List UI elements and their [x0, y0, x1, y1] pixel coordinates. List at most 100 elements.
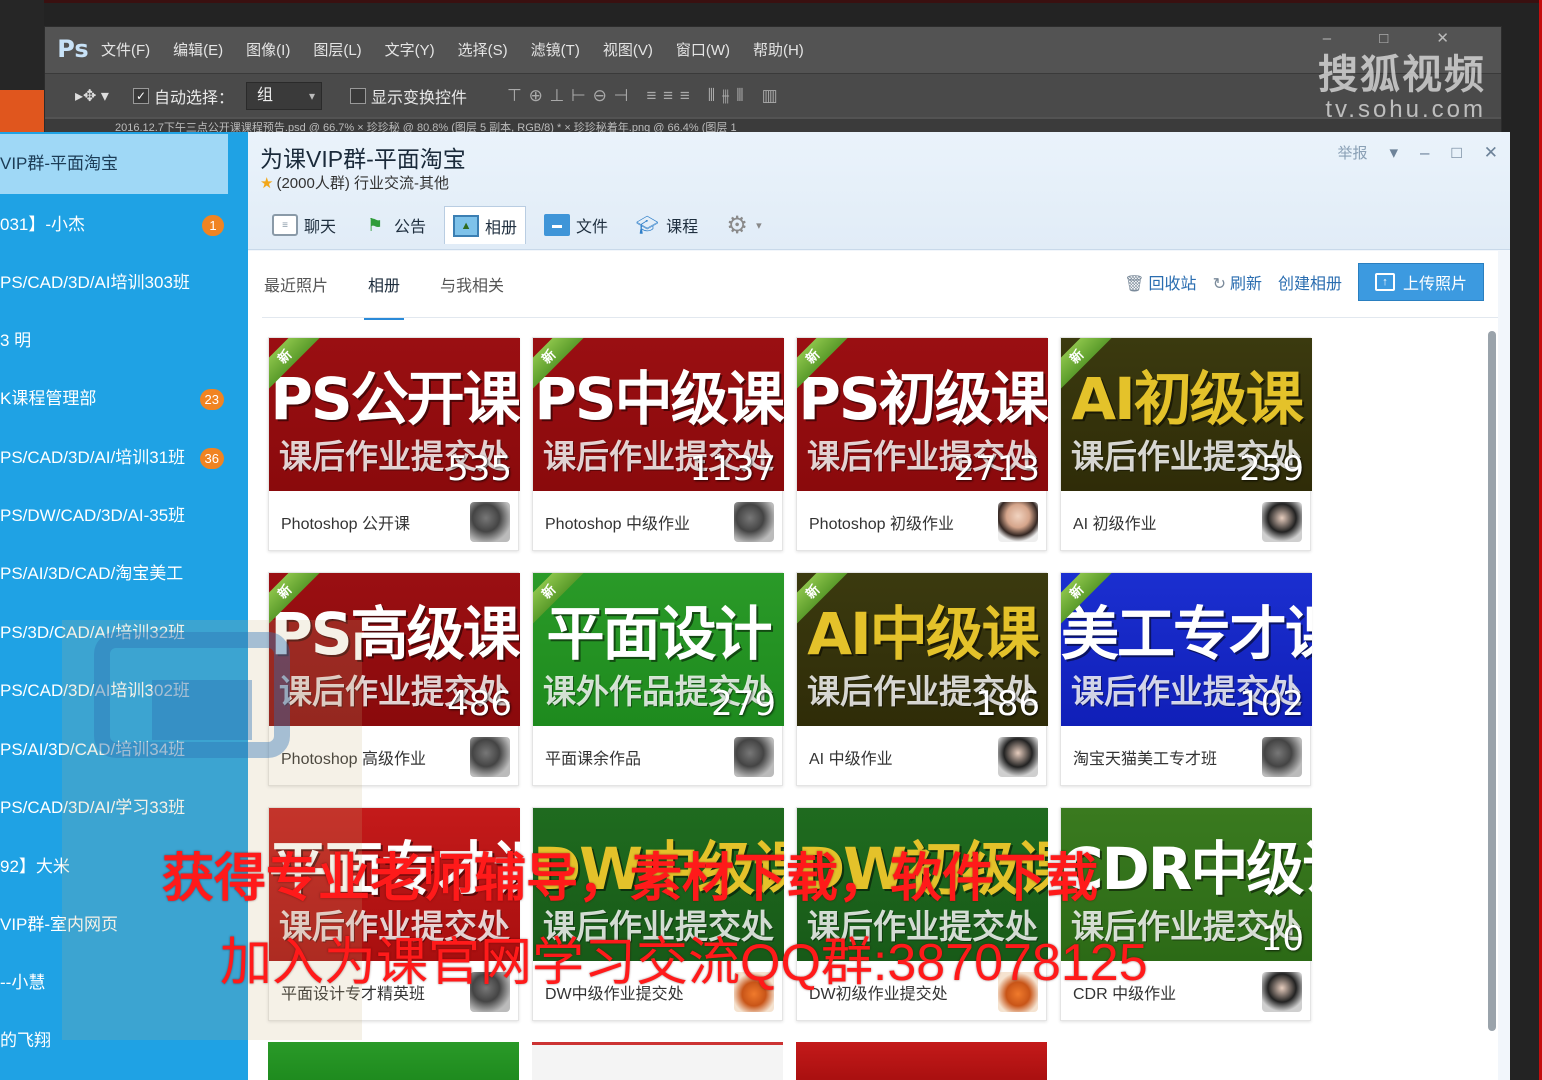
close-icon[interactable]: ✕	[1484, 143, 1498, 163]
list-item[interactable]: PS/CAD/3D/AI培训303班	[0, 254, 248, 312]
album-name: Photoshop 初级作业	[809, 515, 954, 533]
list-item[interactable]: VIP群-室内网页	[0, 896, 248, 954]
album-card[interactable]: PS初级课 课后作业提交处 2713 新 Photoshop 初级作业	[796, 337, 1048, 551]
album-card[interactable]: 平面专才课 课后作业提交处 平面设计专才精英班	[268, 807, 520, 1022]
album-footer: DW初级作业提交处	[797, 961, 1048, 1022]
minimize-icon[interactable]: –	[1420, 143, 1429, 163]
list-item[interactable]: PS/CAD/3D/AI培训302班	[0, 662, 248, 720]
list-item[interactable]: 3 明	[0, 312, 248, 370]
list-item[interactable]: PS/CAD/3D/AI/学习33班	[0, 779, 248, 837]
auto-select-dropdown[interactable]: 组	[246, 81, 323, 110]
album-card[interactable]: DW中级课 课后作业提交处 DW中级作业提交处	[532, 807, 784, 1021]
tab-announcement[interactable]: ⚑ 公告	[354, 206, 434, 244]
group-title: 为课VIP群-平面淘宝	[260, 146, 466, 172]
album-name: 淘宝天猫美工专才班	[1073, 750, 1218, 768]
ps-app-frame: Ps 文件(F) 编辑(E) 图像(I) 图层(L) 文字(Y) 选择(S) 滤…	[44, 26, 1502, 137]
menu-layer[interactable]: 图层(L)	[313, 39, 361, 60]
album-card[interactable]	[532, 1042, 783, 1080]
unread-badge: 1	[202, 215, 224, 236]
album-card[interactable]: CDR中级课 课后作业提交处 10 CDR 中级作业	[1060, 807, 1312, 1021]
menu-filter[interactable]: 滤镜(T)	[531, 39, 580, 60]
report-button[interactable]: 举报	[1337, 142, 1367, 163]
star-icon: ★	[260, 175, 274, 192]
move-tool-icon[interactable]: ▸✥ ▾	[75, 86, 133, 106]
photo-count: 102	[1239, 684, 1304, 724]
album-name: Photoshop 高级作业	[281, 750, 426, 768]
album-footer: AI 初级作业	[1061, 491, 1312, 552]
avatar	[470, 736, 510, 777]
menu-image[interactable]: 图像(I)	[246, 39, 290, 60]
refresh-button[interactable]: ↻ 刷新	[1213, 270, 1262, 294]
list-item[interactable]: PS/AI/3D/CAD/淘宝美工	[0, 545, 248, 603]
list-item[interactable]: K课程管理部 23	[0, 370, 248, 428]
avatar	[1262, 971, 1302, 1012]
cover-title: PS高级课	[270, 600, 520, 668]
upload-photo-button[interactable]: ↑ 上传照片	[1358, 263, 1484, 301]
album-footer: 平面课余作品	[533, 726, 784, 787]
window-controls: 举报 ▾ – □ ✕	[1337, 142, 1498, 163]
unread-badge: 36	[199, 448, 224, 469]
avatar	[470, 971, 510, 1012]
maximize-icon[interactable]: □	[1451, 143, 1461, 163]
cover-title: 平面设计	[546, 600, 772, 668]
menu-select[interactable]: 选择(S)	[458, 39, 508, 60]
menu-help[interactable]: 帮助(H)	[753, 39, 804, 60]
list-item[interactable]: PS/DW/CAD/3D/AI-35班	[0, 487, 248, 545]
cover-title: DW中级课	[533, 835, 784, 903]
list-item[interactable]: PS/AI/3D/CAD/培训34班	[0, 721, 248, 779]
tab-chat[interactable]: ≡ 聊天	[264, 206, 344, 244]
folder-icon: ▬	[544, 214, 571, 236]
align-icons[interactable]: ⊤ ⊕ ⊥ ⊢ ⊖ ⊣ ≡ ≡ ≡ ⫴ ⫵ ⫴ ▥	[507, 86, 779, 106]
menu-view[interactable]: 视图(V)	[603, 39, 653, 60]
menu-window[interactable]: 窗口(W)	[676, 39, 730, 60]
list-item[interactable]: PS/CAD/3D/AI/培训31班 36	[0, 429, 248, 487]
settings-menu[interactable]: ⚙ ▾	[716, 206, 770, 244]
tab-album[interactable]: ▲ 相册	[444, 206, 527, 244]
list-item[interactable]: 的飞翔	[0, 1012, 248, 1070]
list-item[interactable]: VIP群-平面淘宝	[0, 134, 228, 194]
album-cover: CDR中级课 课后作业提交处 10	[1061, 808, 1312, 961]
photo-count: 259	[1239, 449, 1304, 489]
chevron-down-icon[interactable]: ▾	[1389, 143, 1398, 163]
list-item[interactable]: 031】-小杰 1	[0, 196, 248, 254]
album-subnav: 最近照片 相册 与我相关	[264, 251, 504, 320]
album-card[interactable]: AI初级课 课后作业提交处 259 新 AI 初级作业	[1060, 337, 1312, 552]
recycle-bin-button[interactable]: 🗑︎ 回收站	[1124, 270, 1196, 294]
subnav-recent[interactable]: 最近照片	[264, 272, 328, 296]
subnav-mine[interactable]: 与我相关	[440, 272, 504, 296]
menu-edit[interactable]: 编辑(E)	[173, 39, 223, 60]
show-transform-checkbox[interactable]	[350, 87, 367, 104]
divider	[262, 317, 1498, 318]
cover-title: AI中级课	[807, 600, 1039, 668]
unread-badge: 23	[199, 389, 224, 410]
upload-icon: ↑	[1374, 273, 1395, 291]
album-card[interactable]: DW初级课 课后作业提交处 DW初级作业提交处	[796, 807, 1048, 1022]
album-card[interactable]	[268, 1042, 519, 1080]
tab-files[interactable]: ▬ 文件	[536, 206, 616, 244]
album-card[interactable]: PS中级课 课后作业提交处 1137 新 Photoshop 中级作业	[532, 337, 784, 551]
menu-file[interactable]: 文件(F)	[101, 39, 150, 60]
list-item[interactable]: 92】大米	[0, 838, 248, 896]
menu-type[interactable]: 文字(Y)	[385, 39, 435, 60]
album-name: Photoshop 公开课	[281, 515, 410, 533]
cover-title: AI初级课	[1071, 365, 1303, 433]
sohu-watermark: 搜狐视频 tv.sohu.com	[1318, 42, 1486, 124]
album-card[interactable]: AI中级课 课后作业提交处 186 新 AI 中级作业	[796, 572, 1048, 786]
album-card[interactable]	[796, 1042, 1047, 1080]
album-card[interactable]: PS公开课 课后作业提交处 535 新 Photoshop 公开课	[268, 337, 520, 551]
album-card[interactable]: PS高级课 课后作业提交处 486 新 Photoshop 高级作业	[268, 572, 520, 786]
album-footer: 平面设计专才精英班	[269, 961, 520, 1022]
create-album-button[interactable]: 创建相册	[1278, 270, 1342, 294]
subnav-albums[interactable]: 相册	[364, 272, 405, 320]
scrollbar[interactable]	[1488, 331, 1496, 1031]
trash-icon: 🗑︎	[1124, 276, 1145, 293]
album-card[interactable]: 美工专才课 课后作业提交处 102 新 淘宝天猫美工专才班	[1060, 572, 1312, 786]
photo-count: 10	[1260, 919, 1304, 959]
album-card[interactable]: 平面设计 课外作品提交处 279 新 平面课余作品	[532, 572, 784, 787]
tab-course[interactable]: 🎓︎ 课程	[626, 206, 706, 244]
photo-count: 1137	[689, 449, 776, 489]
auto-select-checkbox[interactable]: ✓	[133, 87, 149, 104]
list-item[interactable]: PS/3D/CAD/AI/培训32班	[0, 604, 248, 662]
list-item[interactable]: --小慧	[0, 954, 248, 1012]
album-actions: 🗑︎ 回收站 ↻ 刷新 创建相册 ↑ 上传照片	[1124, 263, 1484, 301]
